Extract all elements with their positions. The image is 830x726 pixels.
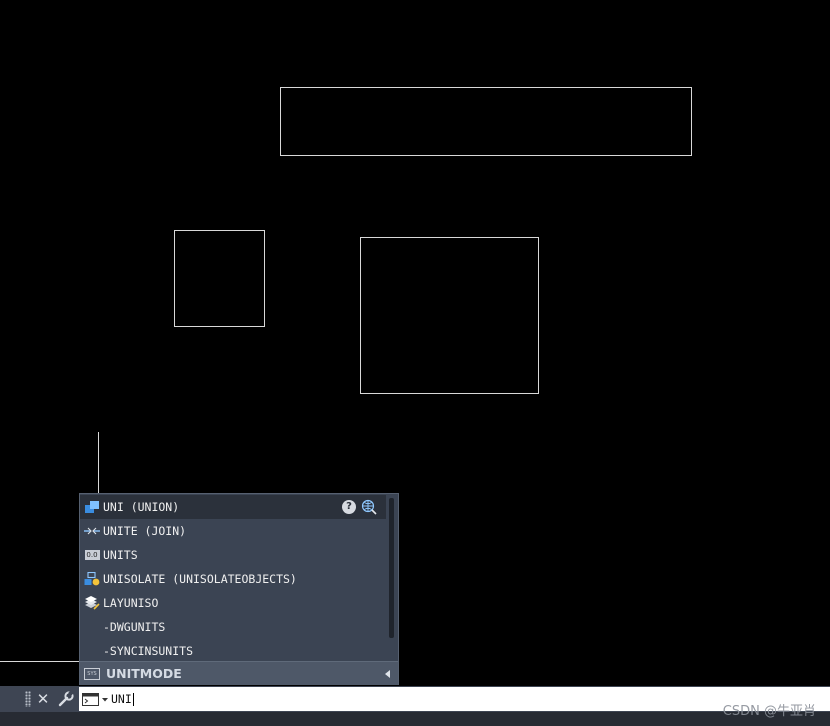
union-solid-icon [83, 500, 101, 514]
rectangle-small[interactable] [174, 230, 265, 327]
system-variable-icon: SYS [84, 667, 100, 680]
unisolate-objects-icon [83, 572, 101, 586]
command-input-box[interactable] [79, 687, 830, 711]
rectangle-wide[interactable] [280, 87, 692, 156]
autocomplete-item[interactable]: UNISOLATE (UNISOLATEOBJECTS) [80, 567, 386, 591]
recent-commands-icon[interactable] [82, 692, 112, 706]
join-icon [83, 524, 101, 538]
text-caret [133, 693, 134, 706]
autocomplete-item[interactable]: -SYNCINSUNITS [80, 639, 386, 663]
watermark: CSDN @牛亚肖 [722, 704, 816, 719]
drag-grip-icon[interactable] [25, 691, 31, 707]
expand-arrow-icon[interactable] [385, 670, 390, 678]
command-input[interactable] [111, 690, 711, 708]
command-autocomplete-list: UNI (UNION) ? UNITE (JOIN) 0.0 UNITS UNI… [79, 493, 399, 685]
crosshair-horizontal-line [0, 661, 79, 662]
autocomplete-sysvar-row[interactable]: SYS UNITMODE [80, 661, 398, 685]
customize-wrench-icon[interactable] [57, 690, 75, 708]
help-icon[interactable]: ? [342, 500, 356, 514]
autocomplete-item[interactable]: -DWGUNITS [80, 615, 386, 639]
rectangle-medium[interactable] [360, 237, 539, 394]
autocomplete-item[interactable]: 0.0 UNITS [80, 543, 386, 567]
layer-uniso-icon [83, 596, 101, 610]
autocomplete-scrollbar[interactable] [389, 498, 394, 638]
close-command-line-button[interactable]: ✕ [36, 689, 50, 709]
status-bar [0, 712, 830, 726]
units-icon: 0.0 [84, 550, 100, 560]
autocomplete-item[interactable]: LAYUNISO [80, 591, 386, 615]
autocomplete-item[interactable]: UNITE (JOIN) [80, 519, 386, 543]
autocomplete-item[interactable]: UNI (UNION) ? [80, 495, 386, 519]
command-line-bar: ✕ [0, 686, 830, 712]
search-online-icon[interactable] [361, 499, 377, 515]
crosshair-vertical-line [98, 432, 99, 494]
